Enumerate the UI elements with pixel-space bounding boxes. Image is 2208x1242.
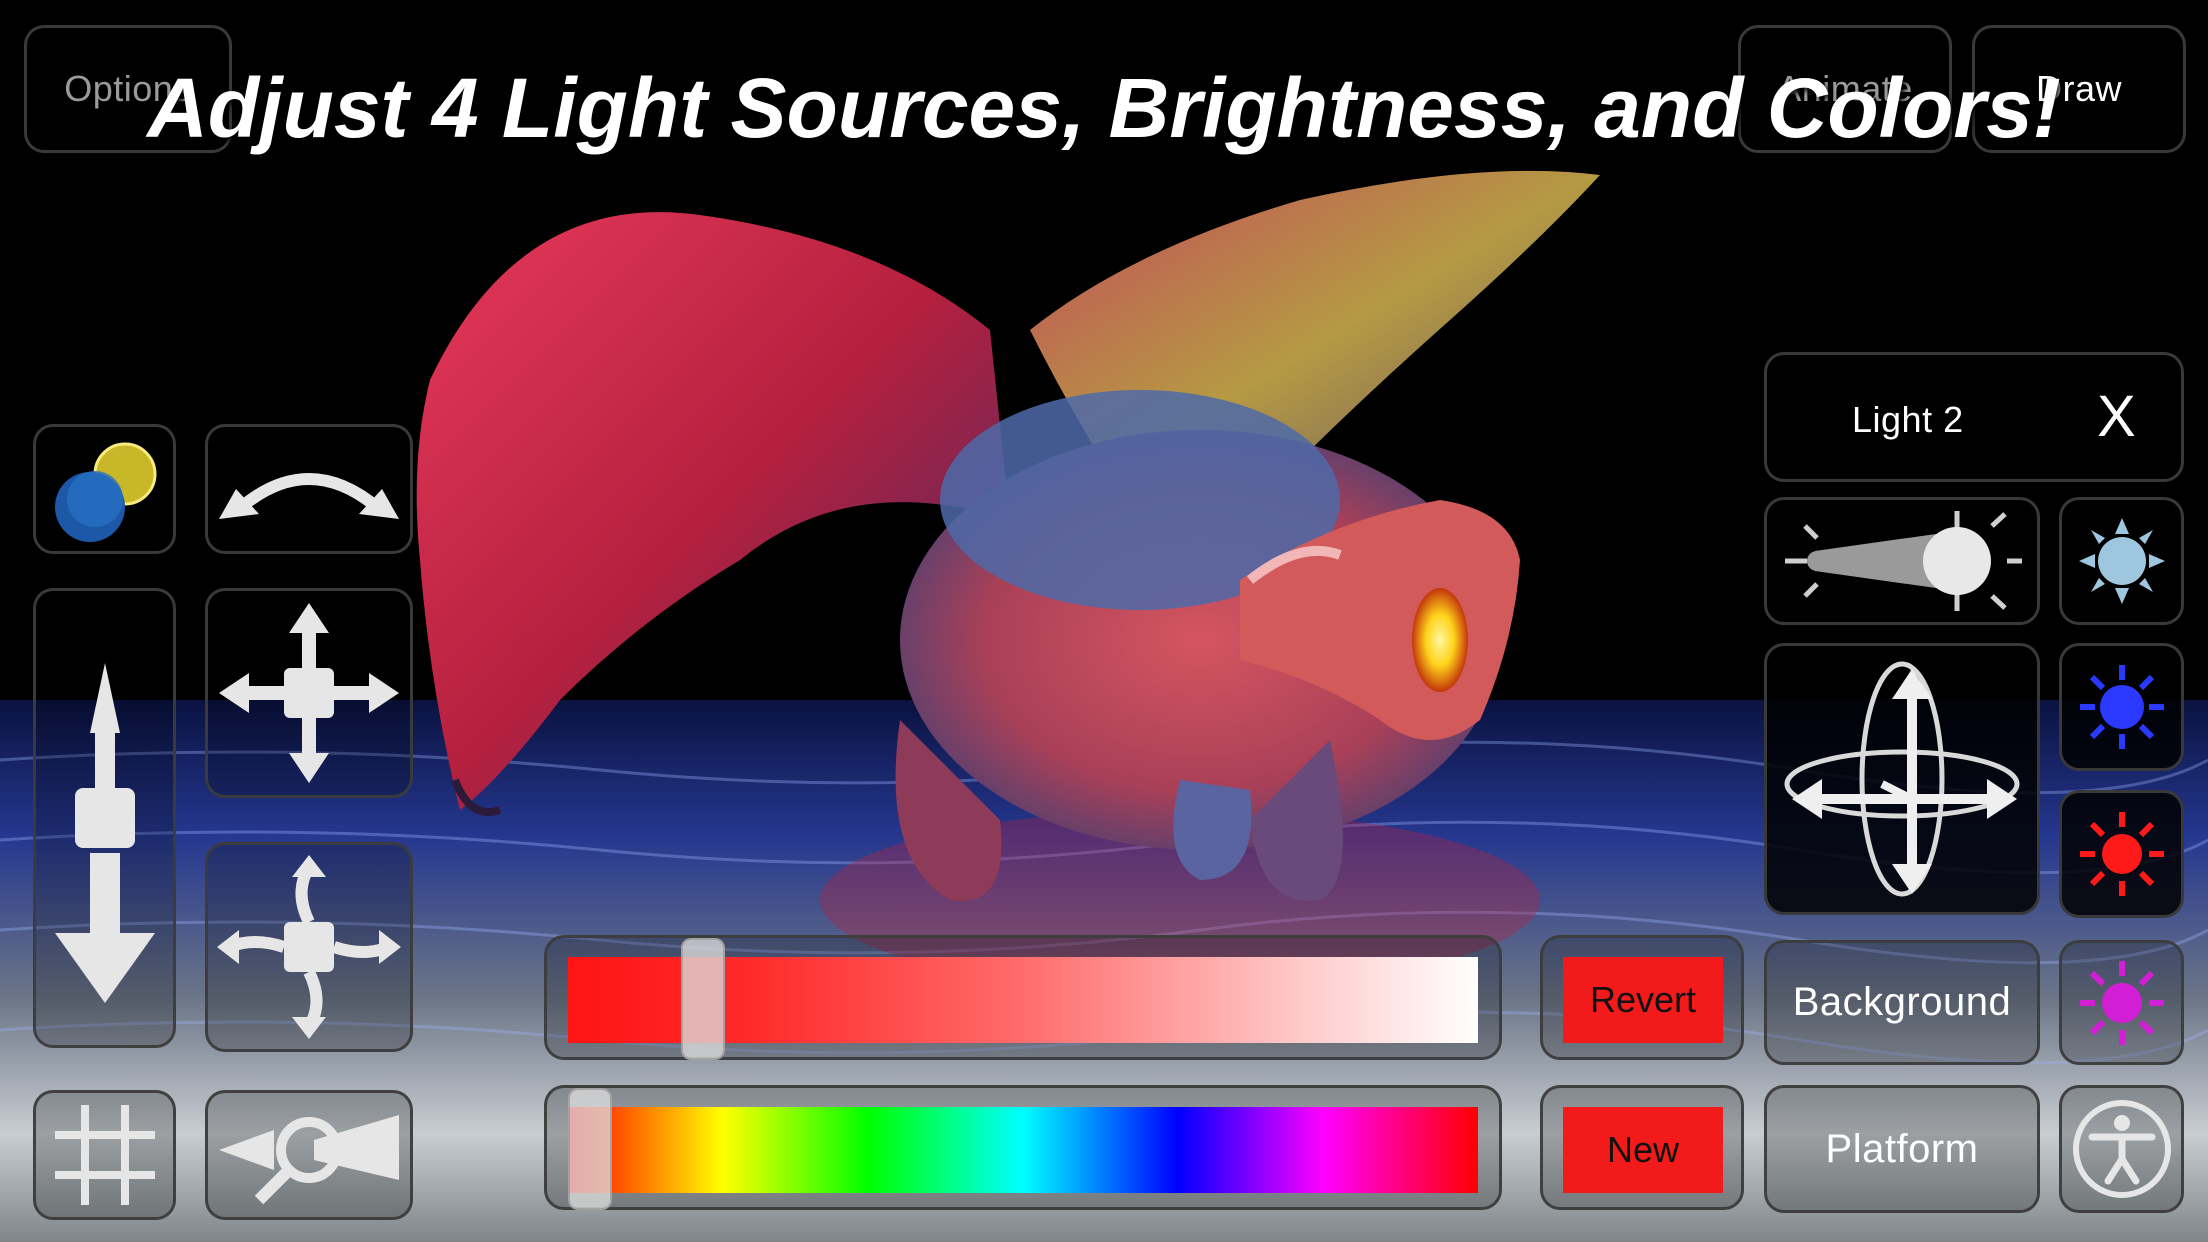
accessibility-button[interactable] <box>2059 1085 2184 1213</box>
animate-button[interactable]: Animate <box>1738 25 1952 153</box>
animate-label: Animate <box>1777 68 1913 109</box>
platform-button[interactable]: Platform <box>1764 1085 2040 1213</box>
magnify-icon <box>219 1115 399 1205</box>
dolly-button[interactable] <box>33 588 176 1048</box>
hue-slider-thumb[interactable] <box>568 1088 612 1210</box>
color-toggle-button[interactable] <box>33 424 176 554</box>
light-position-button[interactable] <box>1764 643 2040 915</box>
light-3-sun-icon <box>2079 812 2164 896</box>
platform-label: Platform <box>1825 1126 1979 1171</box>
rotate-arc-icon <box>219 473 399 519</box>
camera-orbit-icon <box>217 855 401 1039</box>
brightness-slider-icon <box>1785 511 2022 611</box>
zoom-button[interactable] <box>205 1090 413 1220</box>
light-3-button[interactable] <box>2059 790 2184 918</box>
new-label: New <box>1606 1129 1680 1170</box>
orbit-button[interactable] <box>205 842 413 1052</box>
pan-button[interactable] <box>205 588 413 798</box>
light-title: Light 2 <box>1852 399 1964 440</box>
new-color-button[interactable]: New <box>1563 1107 1723 1193</box>
background-label: Background <box>1792 980 2012 1024</box>
rotate-button[interactable] <box>205 424 413 554</box>
light-panel-header: Light 2 X <box>1764 352 2184 482</box>
light-2-sun-icon <box>2079 665 2164 749</box>
options-button[interactable]: Options <box>24 25 232 153</box>
color-balls-icon <box>54 442 156 542</box>
light-1-swatch <box>2097 537 2146 585</box>
brightness-slider-thumb[interactable] <box>680 938 725 1060</box>
revert-label: Revert <box>1589 979 1697 1020</box>
light-4-sun-icon <box>2079 960 2164 1045</box>
draw-label: Draw <box>2035 68 2122 109</box>
light-1-sun-icon <box>2078 518 2165 604</box>
grid-icon <box>54 1105 155 1205</box>
light-4-button[interactable] <box>2059 940 2184 1065</box>
draw-button[interactable]: Draw <box>1972 25 2186 153</box>
close-button[interactable]: X <box>2097 383 2136 450</box>
options-label: Options <box>64 68 192 109</box>
camera-dolly-icon <box>54 663 155 1003</box>
brightness-button[interactable] <box>1764 497 2040 625</box>
camera-pan-icon <box>219 603 399 783</box>
revert-button[interactable]: Revert <box>1563 957 1723 1043</box>
hue-slider-track[interactable] <box>568 1107 1478 1193</box>
light-1-button[interactable] <box>2059 497 2184 625</box>
light-move-icon <box>1784 661 2020 897</box>
grid-button[interactable] <box>33 1090 176 1220</box>
light-2-button[interactable] <box>2059 643 2184 771</box>
background-button[interactable]: Background <box>1764 940 2040 1065</box>
accessibility-icon <box>2072 1100 2171 1198</box>
